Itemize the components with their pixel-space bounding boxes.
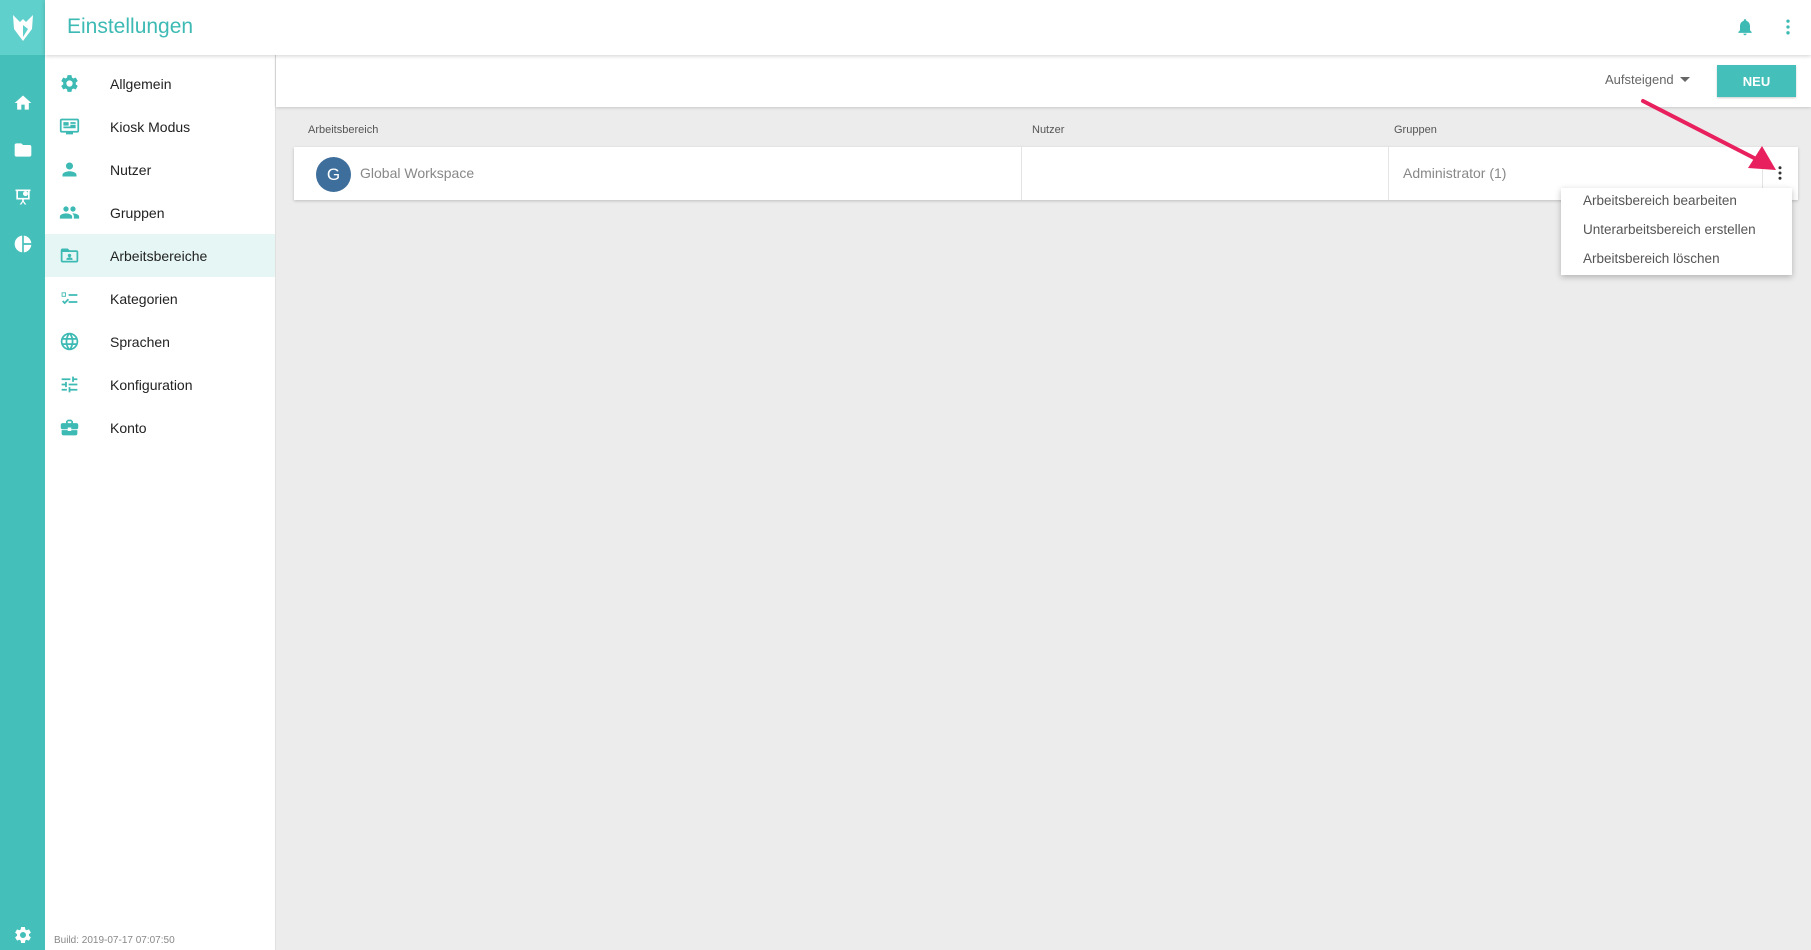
nav-item-kategorien[interactable]: Kategorien bbox=[45, 277, 275, 320]
sort-dropdown[interactable]: Aufsteigend bbox=[1605, 72, 1690, 87]
nav-item-label: Konto bbox=[110, 419, 147, 436]
nav-item-kiosk-modus[interactable]: Kiosk Modus bbox=[45, 105, 275, 148]
column-header-users[interactable]: Nutzer bbox=[1032, 124, 1064, 136]
checklist-icon bbox=[59, 288, 80, 309]
nav-item-sprachen[interactable]: Sprachen bbox=[45, 320, 275, 363]
nav-item-konto[interactable]: Konto bbox=[45, 406, 275, 449]
build-info: Build: 2019-07-17 07:07:50 bbox=[54, 935, 175, 946]
notifications-button[interactable] bbox=[1732, 14, 1758, 40]
sliders-icon bbox=[59, 374, 80, 395]
nav-item-nutzer[interactable]: Nutzer bbox=[45, 148, 275, 191]
globe-icon bbox=[59, 331, 80, 352]
nav-item-label: Allgemein bbox=[110, 75, 172, 92]
nav-item-konfiguration[interactable]: Konfiguration bbox=[45, 363, 275, 406]
workspace-name: Global Workspace bbox=[360, 165, 475, 181]
app-rail bbox=[0, 0, 45, 950]
presentation-icon bbox=[15, 189, 30, 205]
nav-item-label: Konfiguration bbox=[110, 376, 193, 393]
fox-logo-icon bbox=[12, 14, 33, 41]
rail-presentations-button[interactable] bbox=[0, 177, 45, 217]
nav-item-label: Sprachen bbox=[110, 333, 170, 350]
column-divider bbox=[1388, 147, 1389, 200]
workspace-icon bbox=[59, 245, 80, 266]
home-icon bbox=[14, 95, 31, 110]
menu-item-edit-workspace[interactable]: Arbeitsbereich bearbeiten bbox=[1583, 193, 1737, 208]
groups-cell: Administrator (1) bbox=[1403, 165, 1507, 181]
person-icon bbox=[59, 159, 80, 180]
monitor-icon bbox=[59, 116, 80, 137]
app-menu-button[interactable] bbox=[1775, 14, 1801, 40]
column-header-groups[interactable]: Gruppen bbox=[1394, 124, 1437, 136]
kebab-menu-icon bbox=[1786, 19, 1790, 35]
nav-item-label: Gruppen bbox=[110, 204, 165, 221]
column-divider bbox=[1021, 147, 1022, 200]
nav-item-gruppen[interactable]: Gruppen bbox=[45, 191, 275, 234]
settings-nav: Allgemein Kiosk Modus Nutzer Gruppen Arb… bbox=[45, 55, 276, 950]
content-toolbar: Aufsteigend NEU bbox=[276, 55, 1811, 107]
new-workspace-button[interactable]: NEU bbox=[1717, 65, 1796, 97]
gear-icon bbox=[14, 927, 31, 943]
column-header-workspace[interactable]: Arbeitsbereich bbox=[308, 124, 378, 136]
row-actions-menu: Arbeitsbereich bearbeiten Unterarbeitsbe… bbox=[1561, 188, 1792, 275]
rail-home-button[interactable] bbox=[0, 83, 45, 123]
sort-label: Aufsteigend bbox=[1605, 72, 1674, 87]
app-logo[interactable] bbox=[0, 0, 45, 55]
nav-item-label: Kiosk Modus bbox=[110, 118, 191, 135]
rail-analytics-button[interactable] bbox=[0, 224, 45, 264]
folder-icon bbox=[14, 143, 31, 157]
rail-files-button[interactable] bbox=[0, 130, 45, 170]
nav-item-allgemein[interactable]: Allgemein bbox=[45, 62, 275, 105]
bell-icon bbox=[1738, 19, 1752, 36]
nav-item-label: Arbeitsbereiche bbox=[110, 247, 208, 264]
nav-item-label: Nutzer bbox=[110, 161, 152, 178]
page-title: Einstellungen bbox=[67, 15, 194, 38]
caret-down-icon bbox=[1679, 77, 1690, 82]
nav-item-arbeitsbereiche[interactable]: Arbeitsbereiche bbox=[45, 234, 275, 277]
group-icon bbox=[59, 202, 80, 223]
annotation-arrow-icon bbox=[1641, 99, 1776, 170]
gear-icon bbox=[59, 73, 80, 94]
nav-item-label: Kategorien bbox=[110, 290, 178, 307]
avatar: G bbox=[316, 157, 351, 192]
menu-item-create-subworkspace[interactable]: Unterarbeitsbereich erstellen bbox=[1583, 222, 1756, 237]
menu-item-delete-workspace[interactable]: Arbeitsbereich löschen bbox=[1583, 251, 1720, 266]
top-bar: Einstellungen bbox=[45, 0, 1811, 55]
rail-settings-button[interactable] bbox=[0, 917, 45, 950]
pie-chart-icon bbox=[14, 235, 31, 253]
briefcase-icon bbox=[59, 417, 80, 438]
